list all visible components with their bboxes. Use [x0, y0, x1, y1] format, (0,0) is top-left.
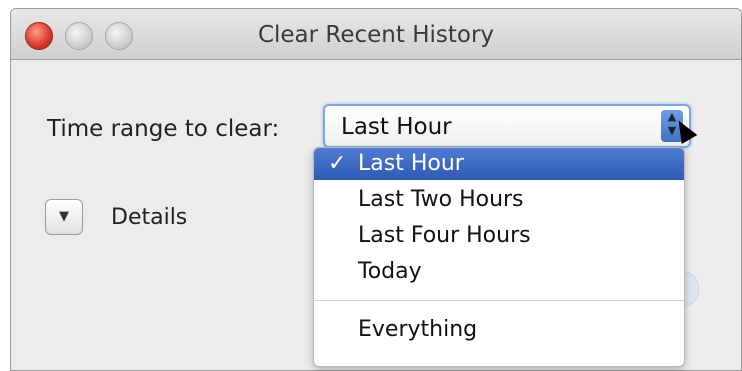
menu-item-label: Last Four Hours — [358, 223, 531, 248]
titlebar: Clear Recent History — [11, 9, 741, 60]
menu-separator — [314, 300, 684, 301]
menu-item-label: Today — [358, 259, 422, 284]
time-range-select[interactable]: Last Hour ▲ ▼ — [323, 104, 691, 148]
menu-item-label: Last Hour — [358, 151, 464, 176]
details-label: Details — [111, 205, 188, 230]
menu-item-everything[interactable]: Everything — [314, 314, 684, 346]
time-range-dropdown-menu: ✓ Last Hour Last Two Hours Last Four Hou… — [313, 147, 685, 367]
time-range-value: Last Hour — [341, 114, 452, 140]
checkmark-icon: ✓ — [328, 151, 347, 176]
menu-item-today[interactable]: Today — [314, 256, 684, 288]
time-range-label: Time range to clear: — [47, 116, 280, 142]
menu-item-label: Everything — [358, 317, 478, 342]
menu-item-label: Last Two Hours — [358, 187, 524, 212]
menu-item-last-hour[interactable]: ✓ Last Hour — [314, 148, 684, 180]
window-title: Clear Recent History — [257, 22, 495, 48]
menu-item-last-two-hours[interactable]: Last Two Hours — [314, 184, 684, 216]
menu-item-last-four-hours[interactable]: Last Four Hours — [314, 220, 684, 252]
disclosure-triangle-icon[interactable]: ▼ — [45, 199, 83, 235]
